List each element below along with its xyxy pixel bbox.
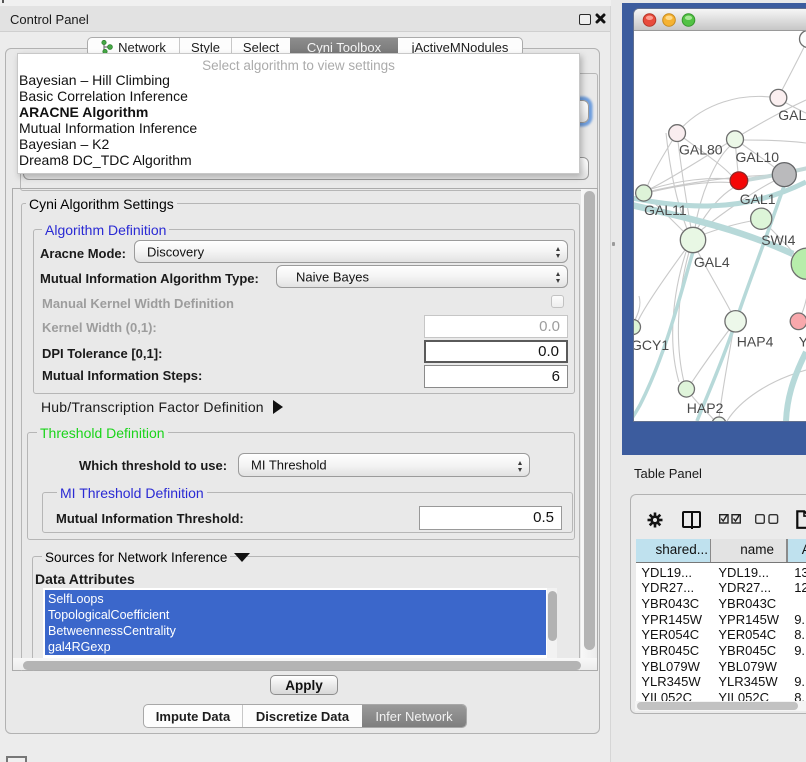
svg-text:GCY1: GCY1 <box>634 337 669 353</box>
svg-text:GAL11: GAL11 <box>644 202 687 218</box>
svg-text:SWI4: SWI4 <box>761 232 795 248</box>
svg-text:GAL10: GAL10 <box>736 149 780 165</box>
svg-text:YM: YM <box>799 334 806 350</box>
svg-text:GAL7: GAL7 <box>778 107 806 123</box>
svg-text:HAP4: HAP4 <box>737 334 774 350</box>
svg-text:GAL1: GAL1 <box>740 191 776 207</box>
svg-text:GAL4: GAL4 <box>694 254 730 270</box>
svg-text:HAP2: HAP2 <box>687 400 724 416</box>
svg-text:GAL80: GAL80 <box>679 142 723 158</box>
